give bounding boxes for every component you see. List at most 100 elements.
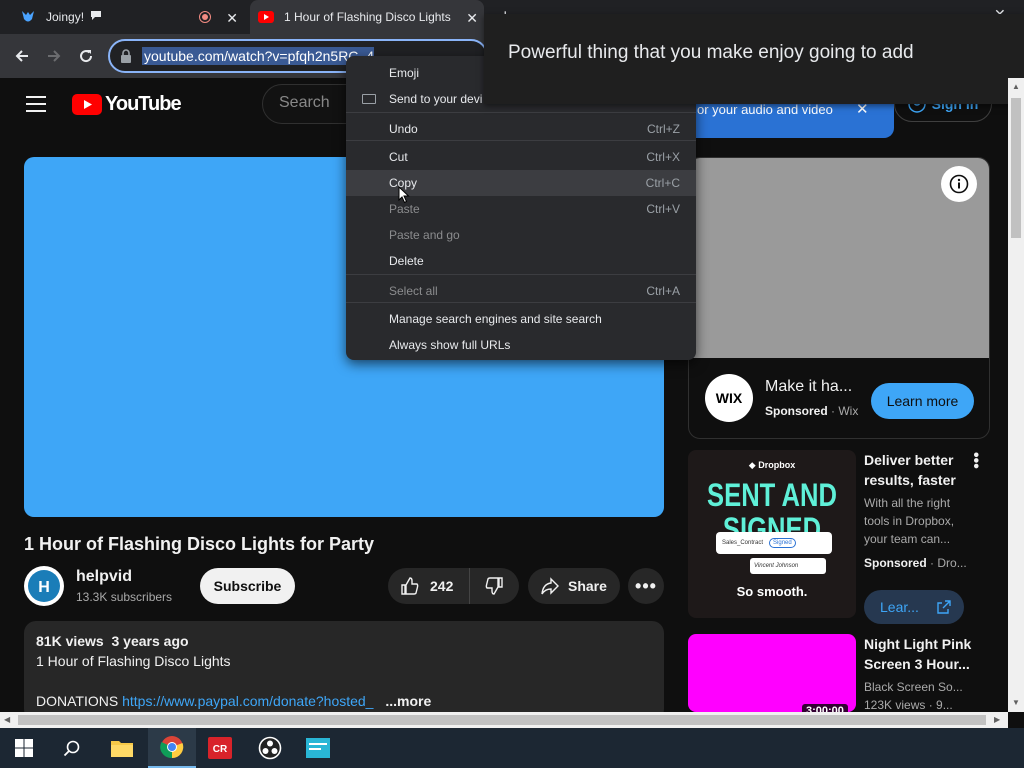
windows-taskbar: CR: [0, 728, 1024, 768]
channel-name[interactable]: helpvid: [76, 568, 132, 586]
rec-title[interactable]: Night Light Pink Screen 3 Hour...: [864, 634, 974, 674]
view-stats: 81K views 3 years ago: [36, 633, 189, 649]
scroll-right-arrow-icon[interactable]: ▶: [994, 715, 1000, 724]
scroll-up-arrow-icon[interactable]: ▲: [1012, 82, 1020, 91]
reload-button[interactable]: [72, 42, 100, 70]
start-button[interactable]: [0, 728, 48, 768]
description-line: 1 Hour of Flashing Disco Lights: [36, 653, 231, 669]
share-button[interactable]: Share: [528, 568, 620, 604]
recorder-app-button[interactable]: CR: [196, 728, 244, 768]
url-text[interactable]: youtube.com/watch?v=pfqh2n5RC_4: [142, 47, 374, 65]
forward-button[interactable]: [40, 42, 68, 70]
rec-description: With all the right tools in Dropbox, you…: [864, 496, 955, 546]
signature-text: Vincent Johnson: [754, 563, 799, 569]
rec-views: 123K views: [864, 698, 926, 712]
share-label: Share: [568, 578, 607, 594]
back-button[interactable]: [8, 42, 36, 70]
tab-title: Joingy!: [46, 10, 85, 24]
tab-title: 1 Hour of Flashing Disco Lights f: [284, 10, 454, 24]
advertiser-name: Wix: [838, 404, 859, 418]
menu-separator: [346, 274, 696, 275]
youtube-play-icon: [72, 94, 102, 115]
subscriber-count: 13.3K subscribers: [76, 590, 173, 604]
rec-learn-more-button[interactable]: Lear...: [864, 590, 964, 624]
menu-item-label: Send to your devi: [389, 92, 483, 106]
app-window-icon: [306, 738, 330, 758]
obs-icon: [258, 736, 282, 760]
dislike-button[interactable]: [470, 568, 518, 604]
menu-item-shortcut: Ctrl+C: [645, 176, 680, 190]
ad-sponsor-line: Sponsored · Wix: [765, 404, 859, 418]
notification-popup[interactable]: Powerful thing that you make enjoy going…: [484, 14, 1024, 104]
back-arrow-icon: [15, 50, 28, 62]
menu-separator: [346, 112, 696, 113]
contract-card: Sales_Contract Signed: [716, 532, 832, 554]
dropbox-brand-text: Dropbox: [758, 460, 796, 470]
ad-headline: Make it ha...: [765, 378, 853, 395]
menu-item-shortcut: Ctrl+V: [646, 202, 680, 216]
dropbox-brand: ◆ Dropbox: [748, 460, 796, 470]
wix-logo: WIX: [705, 374, 753, 422]
rec-channel: Black Screen So...: [864, 680, 963, 694]
menu-item-shortcut: Ctrl+X: [646, 150, 680, 164]
menu-item-paste-and-go[interactable]: Paste and go: [346, 222, 696, 248]
donations-link[interactable]: https://www.paypal.com/donate?hosted_: [122, 693, 373, 709]
svg-text:H: H: [38, 579, 50, 596]
menu-item-undo[interactable]: Undo Ctrl+Z: [346, 116, 696, 142]
scroll-down-arrow-icon[interactable]: ▼: [1012, 698, 1020, 707]
search-input[interactable]: Search: [262, 84, 352, 124]
contract-label: Sales_Contract: [722, 540, 764, 546]
tab-joingy[interactable]: Joingy! ✕: [0, 0, 246, 34]
channel-avatar[interactable]: H: [24, 566, 64, 606]
lock-icon: [120, 49, 132, 68]
like-count: 242: [430, 578, 454, 594]
scroll-left-arrow-icon[interactable]: ◀: [4, 715, 10, 724]
file-explorer-button[interactable]: [98, 728, 146, 768]
device-icon: [362, 94, 376, 104]
menu-item-delete[interactable]: Delete: [346, 248, 696, 274]
tab-youtube[interactable]: 1 Hour of Flashing Disco Lights f ✕: [250, 0, 484, 34]
description-box[interactable]: 81K views 3 years ago 1 Hour of Flashing…: [24, 621, 664, 721]
show-more-link[interactable]: ...more: [385, 693, 431, 709]
menu-item-select-all[interactable]: Select all Ctrl+A: [346, 278, 696, 304]
windows-logo-icon: [15, 739, 33, 757]
close-tab-icon[interactable]: ✕: [466, 10, 478, 27]
external-link-icon: [937, 600, 951, 614]
more-actions-button[interactable]: •••: [628, 568, 664, 604]
donations-row: DONATIONS https://www.paypal.com/donate?…: [36, 693, 431, 709]
menu-item-label: Undo: [389, 122, 418, 136]
learn-more-button[interactable]: Learn more: [871, 383, 974, 419]
chrome-taskbar-button[interactable]: [148, 728, 196, 768]
taskbar-search-button[interactable]: [48, 728, 96, 768]
banner-text: or your audio and video: [697, 102, 833, 117]
menu-item-cut[interactable]: Cut Ctrl+X: [346, 144, 696, 170]
sidebar-ad-card[interactable]: WIX Make it ha... Sponsored · Wix Learn …: [688, 157, 990, 439]
hamburger-menu-icon[interactable]: [26, 96, 46, 112]
rec-kebab-icon[interactable]: •••: [967, 452, 984, 469]
youtube-logo[interactable]: YouTube: [72, 93, 182, 116]
pink-screen-thumbnail[interactable]: 3:00:00: [688, 634, 856, 712]
svg-text:CR: CR: [213, 744, 228, 755]
menu-item-manage-search-engines-and-site-search[interactable]: Manage search engines and site search: [346, 306, 696, 332]
youtube-favicon-icon: [258, 9, 274, 25]
horizontal-scrollbar[interactable]: ◀ ▶: [0, 712, 1008, 728]
rec-title[interactable]: Deliver better results, faster: [864, 450, 984, 490]
app-window-button[interactable]: [294, 728, 342, 768]
vertical-scroll-thumb[interactable]: [1011, 98, 1021, 238]
menu-item-shortcut: Ctrl+A: [646, 284, 680, 298]
dropbox-ad-thumbnail[interactable]: ◆ Dropbox SENT AND SIGNED Sales_Contract…: [688, 450, 856, 618]
close-tab-icon[interactable]: ✕: [226, 10, 238, 27]
video-title: 1 Hour of Flashing Disco Lights for Part…: [24, 534, 375, 554]
menu-item-always-show-full-urls[interactable]: Always show full URLs: [346, 332, 696, 358]
rec-learn-more-label: Lear...: [880, 599, 919, 615]
subscribe-button[interactable]: Subscribe: [200, 568, 295, 604]
vertical-scrollbar[interactable]: ▲ ▼: [1008, 78, 1024, 712]
upload-age: 3 years ago: [111, 633, 189, 649]
more-horizontal-icon: •••: [635, 575, 657, 596]
ad-info-icon[interactable]: [941, 166, 977, 202]
horizontal-scroll-thumb[interactable]: [18, 715, 986, 725]
menu-item-label: Cut: [389, 150, 408, 164]
reload-icon: [80, 50, 93, 63]
like-button[interactable]: 242: [388, 568, 470, 604]
obs-button[interactable]: [246, 728, 294, 768]
